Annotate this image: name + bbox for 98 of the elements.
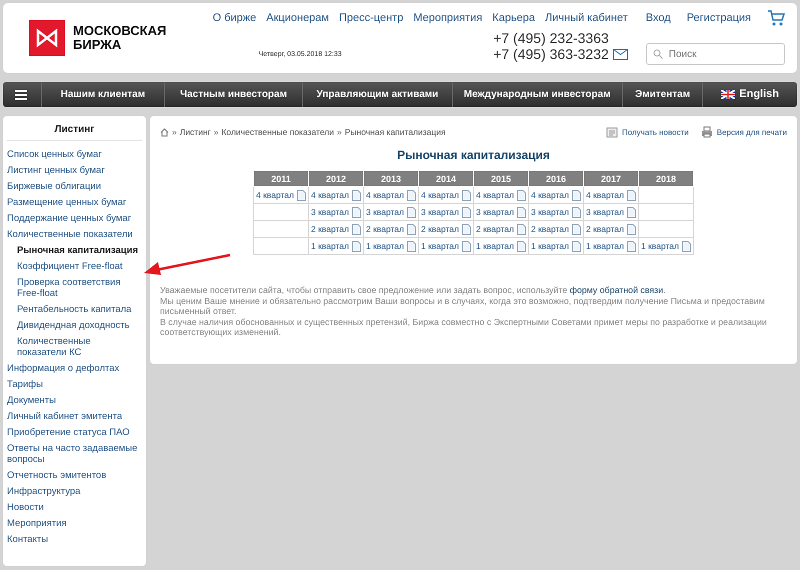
logo-icon[interactable] — [29, 20, 65, 56]
nav-item[interactable]: Частным инвесторам — [164, 82, 302, 107]
sidebar-subitem[interactable]: Рентабельность капитала — [7, 301, 142, 317]
page-title: Рыночная капитализация — [396, 148, 551, 162]
document-icon — [682, 240, 691, 252]
phone-number: +7 (495) 232-3363 — [493, 30, 609, 46]
document-icon — [352, 206, 361, 218]
document-icon — [516, 206, 526, 218]
document-icon — [406, 224, 416, 234]
action-link[interactable]: Получать новости — [606, 126, 689, 138]
action-link[interactable]: Версия для печати — [700, 126, 787, 138]
document-icon — [406, 206, 416, 218]
year-header: 2011 — [254, 170, 308, 186]
breadcrumb-separator: » — [214, 127, 218, 137]
cart-icon[interactable] — [767, 9, 785, 27]
year-header: 2012 — [308, 170, 364, 186]
document-icon — [406, 190, 416, 200]
sidebar-item[interactable]: Документы — [7, 392, 142, 408]
notice-text: Мы ценим Ваше мнение и обязательно рассмотрим Ваши вопросы и в случаях, когда это возможно, подтвердим получение Письма и предоставим письменный ответ. — [160, 296, 766, 316]
year-header: 2015 — [474, 170, 528, 186]
document-icon — [352, 240, 361, 252]
sidebar-item[interactable]: Количественные показатели — [7, 226, 142, 242]
document-icon — [626, 190, 636, 200]
sidebar-item[interactable]: Биржевые облигации — [7, 178, 142, 194]
year-header: 2014 — [418, 170, 474, 186]
auth-link[interactable]: Регистрация — [686, 12, 751, 24]
nav-item[interactable]: Международным инвесторам — [452, 82, 622, 107]
logo-text: МОСКОВСКАЯ БИРЖА — [73, 24, 166, 52]
top-nav-link[interactable]: О бирже — [212, 12, 256, 24]
year-header: 2018 — [638, 170, 694, 186]
sidebar-item[interactable]: Новости — [7, 499, 142, 515]
notice-text: Уважаемые посетители сайта, чтобы отправить свое предложение или задать вопрос, используйте форму обратной связи. — [160, 285, 667, 296]
top-nav-link[interactable]: Пресс-центр — [338, 12, 404, 24]
document-icon — [296, 190, 306, 200]
document-icon — [516, 190, 526, 200]
sidebar-subitem[interactable]: Количественные показатели КС — [7, 333, 142, 360]
document-icon — [626, 206, 636, 218]
sidebar-item[interactable]: Приобретение статуса ПАО — [7, 424, 142, 440]
document-icon — [462, 206, 471, 218]
sidebar-subitem[interactable]: Коэффициент Free-float — [7, 258, 142, 274]
printer-icon — [700, 126, 713, 138]
document-icon — [572, 224, 581, 234]
sidebar-item[interactable]: Инфраструктура — [7, 483, 142, 499]
breadcrumb-separator: » — [336, 127, 342, 137]
language-link[interactable]: English — [702, 82, 798, 107]
sidebar-subitem[interactable]: Проверка соответствия Free-float — [7, 274, 142, 301]
top-nav-link[interactable]: Акционерам — [266, 12, 329, 24]
sidebar-item[interactable]: Ответы на часто задаваемые вопросы — [7, 440, 142, 467]
document-icon — [462, 240, 471, 252]
document-icon — [572, 190, 581, 200]
mail-icon[interactable] — [612, 48, 628, 60]
sidebar-subitem[interactable]: Рыночная капитализация — [7, 242, 142, 258]
document-icon — [352, 190, 361, 200]
top-nav-link[interactable]: Мероприятия — [413, 12, 482, 24]
document-icon — [462, 190, 471, 200]
document-icon — [352, 224, 361, 234]
uk-flag-icon — [721, 90, 736, 99]
sidebar-item[interactable]: Список ценных бумаг — [7, 146, 142, 162]
document-icon — [626, 224, 636, 234]
sidebar-item[interactable]: Листинг ценных бумаг — [7, 162, 142, 178]
sidebar-item[interactable]: Тарифы — [7, 376, 142, 392]
sidebar-subitem[interactable]: Дивидендная доходность — [7, 317, 142, 333]
feedback-link[interactable]: форму обратной связи — [570, 285, 664, 295]
phone-number: +7 (495) 363-3232 — [493, 46, 609, 62]
document-icon — [516, 240, 526, 252]
year-header: 2013 — [364, 170, 418, 186]
sidebar-title: Листинг — [7, 120, 142, 141]
document-icon — [462, 224, 471, 234]
search-field[interactable]: Поиск — [646, 43, 785, 65]
sidebar-item[interactable]: Мероприятия — [7, 515, 142, 531]
nav-item[interactable]: Эмитентам — [622, 82, 702, 107]
document-icon — [516, 224, 526, 234]
nav-item[interactable]: Управляющим активами — [302, 82, 452, 107]
breadcrumb-link[interactable]: Листинг — [180, 127, 211, 137]
year-header: 2017 — [584, 170, 638, 186]
nav-item[interactable]: Нашим клиентам — [41, 82, 164, 107]
document-icon — [572, 206, 581, 218]
breadcrumb-separator: » — [172, 127, 177, 137]
newspaper-icon — [606, 126, 618, 138]
year-header: 2016 — [528, 170, 584, 186]
breadcrumb-link[interactable]: Количественные показатели — [221, 127, 334, 137]
sidebar-item[interactable]: Поддержание ценных бумаг — [7, 210, 142, 226]
top-nav-link[interactable]: Карьера — [492, 12, 536, 24]
top-nav-link[interactable]: Личный кабинет — [545, 12, 628, 24]
sidebar-item[interactable]: Размещение ценных бумаг — [7, 194, 142, 210]
sidebar-item[interactable]: Личный кабинет эмитента — [7, 408, 142, 424]
sidebar-item[interactable]: Информация о дефолтах — [7, 360, 142, 376]
document-icon — [626, 240, 636, 252]
document-icon — [406, 240, 416, 252]
document-icon — [572, 240, 581, 252]
notice-text: В случае наличия обоснованных и существенных претензий, Биржа совместно с Экспертными Советами примет меры по разработке и реализации соответствующих изменений. — [160, 316, 768, 338]
breadcrumb-link[interactable]: Рыночная капитализация — [344, 127, 446, 137]
menu-icon[interactable] — [15, 90, 27, 100]
sidebar-item[interactable]: Отчетность эмитентов — [7, 467, 142, 483]
home-icon[interactable] — [160, 128, 169, 136]
search-icon — [652, 49, 663, 59]
sidebar-item[interactable]: Контакты — [7, 531, 142, 547]
auth-link[interactable]: Вход — [646, 12, 671, 24]
